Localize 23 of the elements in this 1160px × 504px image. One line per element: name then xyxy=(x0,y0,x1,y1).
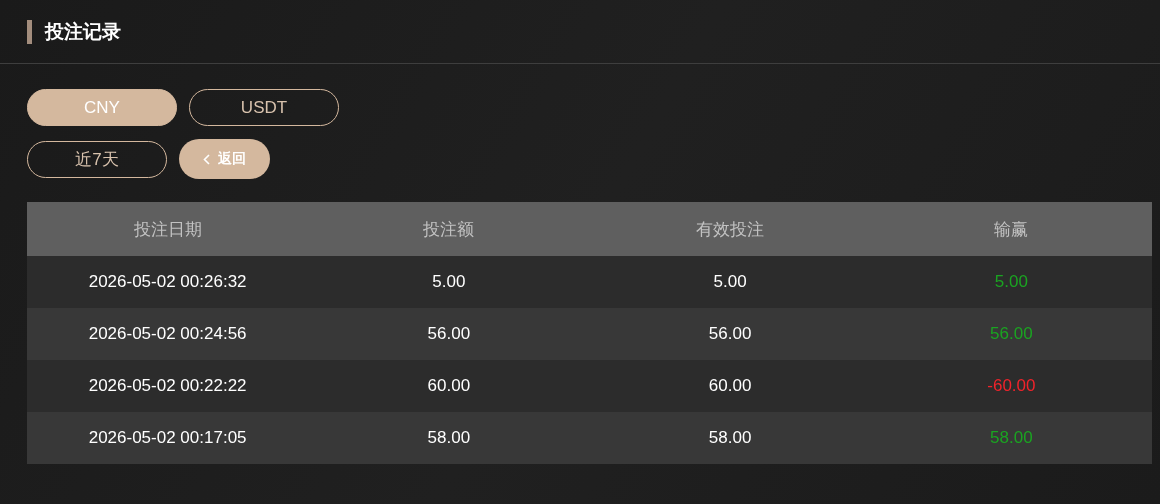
column-header: 输赢 xyxy=(870,202,1152,256)
table-cell: 5.00 xyxy=(589,256,871,308)
table-cell: 5.00 xyxy=(308,256,590,308)
column-header: 有效投注 xyxy=(589,202,871,256)
table-cell: 2026-05-02 00:26:32 xyxy=(27,256,309,308)
column-header: 投注额 xyxy=(308,202,590,256)
table-cell: 56.00 xyxy=(870,308,1152,360)
chevron-left-icon xyxy=(203,153,210,165)
table-cell: 58.00 xyxy=(870,412,1152,464)
table-cell: 56.00 xyxy=(589,308,871,360)
table-cell: 2026-05-02 00:17:05 xyxy=(27,412,309,464)
table-cell: 2026-05-02 00:22:22 xyxy=(27,360,309,412)
column-header: 投注日期 xyxy=(27,202,309,256)
table-cell: 60.00 xyxy=(589,360,871,412)
table-cell: -60.00 xyxy=(870,360,1152,412)
table-cell: 5.00 xyxy=(870,256,1152,308)
table-cell: 56.00 xyxy=(308,308,590,360)
table-cell: 58.00 xyxy=(308,412,590,464)
title-accent-bar xyxy=(27,19,32,44)
page-title: 投注记录 xyxy=(45,19,121,44)
table-cell: 58.00 xyxy=(589,412,871,464)
table-cell: 2026-05-02 00:24:56 xyxy=(27,308,309,360)
table-cell: 60.00 xyxy=(308,360,590,412)
